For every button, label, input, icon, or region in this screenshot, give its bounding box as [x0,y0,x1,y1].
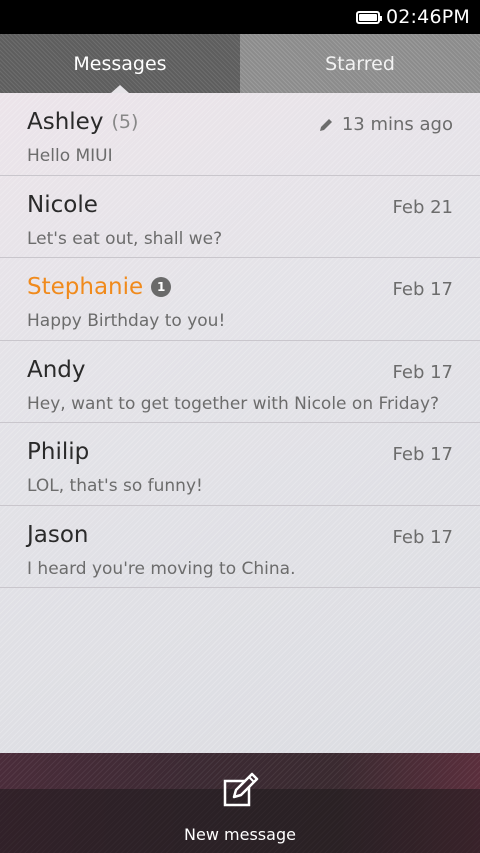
thread-preview: Hey, want to get together with Nicole on… [27,393,440,414]
thread-preview: Let's eat out, shall we? [27,228,223,249]
thread-jason[interactable]: Jason Feb 17 I heard you're moving to Ch… [0,506,480,588]
thread-date: Feb 17 [392,444,454,465]
pencil-icon [319,118,332,131]
thread-date: Feb 17 [392,526,454,548]
thread-date: Feb 17 [392,279,454,300]
message-count: (5) [111,111,139,133]
new-message-label: New message [184,825,296,844]
tab-starred[interactable]: Starred [240,34,480,93]
thread-date: Feb 17 [392,361,454,383]
thread-andy[interactable]: Andy Feb 17 Hey, want to get together wi… [0,341,480,423]
tab-messages[interactable]: Messages [0,34,240,93]
compose-icon [223,772,259,807]
thread-name: Nicole [27,191,98,218]
thread-nicole[interactable]: Nicole Feb 21 Let's eat out, shall we? [0,176,480,258]
bottom-bar: New message [0,753,480,853]
tab-bar: Messages Starred [0,34,480,93]
thread-preview: LOL, that's so funny! [27,476,203,496]
thread-preview: Hello MIUI [27,146,113,166]
thread-preview: I heard you're moving to China. [27,558,296,579]
thread-date: 13 mins ago [318,114,453,135]
unread-badge: 1 [151,277,172,297]
thread-name: Ashley (5) [27,109,139,135]
thread-preview: Happy Birthday to you! [27,311,226,331]
thread-name: Andy [27,356,86,383]
thread-ashley[interactable]: Ashley (5) 13 mins ago Hello MIUI [0,93,480,176]
thread-name: Stephanie 1 [27,274,172,300]
thread-name: Philip [27,439,90,465]
thread-date: Feb 21 [392,196,454,218]
new-message-button[interactable]: New message [0,771,480,853]
status-time: 02:46PM [385,6,470,28]
message-list[interactable]: Ashley (5) 13 mins ago Hello MIUI Nicole… [0,93,480,753]
status-bar: 02:46PM [0,0,480,34]
thread-stephanie[interactable]: Stephanie 1 Feb 17 Happy Birthday to you… [0,258,480,341]
thread-philip[interactable]: Philip Feb 17 LOL, that's so funny! [0,423,480,506]
thread-name: Jason [27,521,89,548]
battery-icon [355,10,382,24]
